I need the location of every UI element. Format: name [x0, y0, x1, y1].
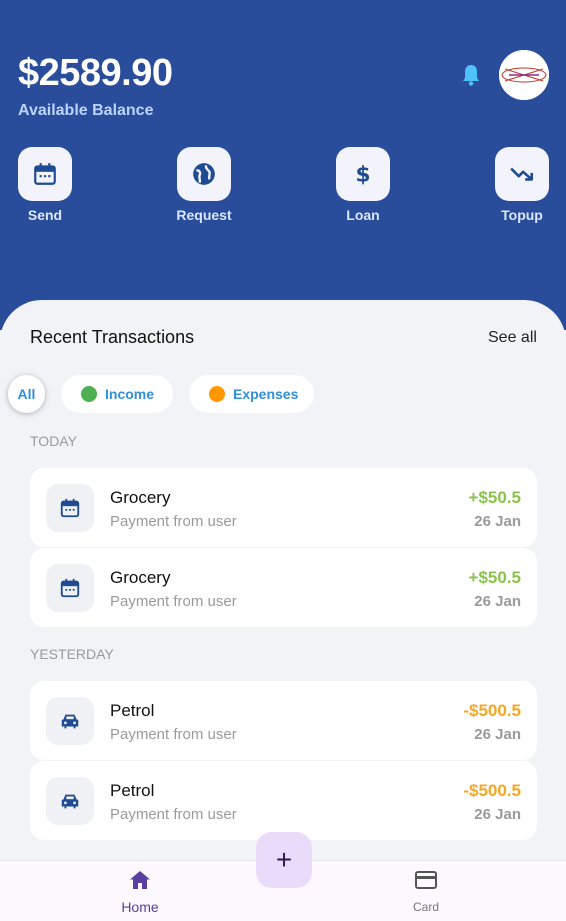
transaction-item[interactable]: Grocery Payment from user +$50.5 26 Jan — [30, 548, 537, 627]
group-label-today: TODAY — [30, 433, 77, 449]
filter-chip-label: All — [17, 386, 36, 402]
transaction-subtitle: Payment from user — [110, 726, 237, 743]
dollar-icon: $ — [336, 147, 390, 201]
bell-icon[interactable] — [460, 63, 482, 87]
topup-label: Topup — [501, 207, 543, 223]
filter-chip-label: Income — [105, 386, 155, 402]
filter-chip-expenses[interactable]: Expenses — [189, 375, 314, 413]
transaction-name: Grocery — [110, 568, 171, 587]
nav-home[interactable]: Home — [110, 868, 170, 915]
transaction-amount: +$50.5 — [468, 568, 521, 587]
nav-home-label: Home — [121, 899, 159, 915]
calendar-icon — [18, 147, 72, 201]
send-label: Send — [27, 207, 63, 223]
transaction-name: Grocery — [110, 488, 171, 507]
transaction-date: 26 Jan — [474, 593, 521, 610]
transaction-subtitle: Payment from user — [110, 806, 237, 823]
nav-card[interactable]: Card — [396, 868, 456, 914]
transaction-date: 26 Jan — [474, 726, 521, 743]
home-icon — [127, 871, 153, 896]
section-title: Recent Transactions — [30, 327, 195, 347]
transaction-date: 26 Jan — [474, 806, 521, 823]
transaction-subtitle: Payment from user — [110, 593, 237, 610]
expense-dot-icon — [209, 386, 225, 402]
balance-label: Available Balance — [18, 102, 154, 119]
topup-button[interactable]: Topup — [477, 147, 566, 223]
add-button[interactable]: + — [256, 832, 312, 888]
transaction-amount: +$50.5 — [468, 488, 521, 507]
filter-chip-income[interactable]: Income — [61, 375, 173, 413]
group-label-yesterday: YESTERDAY — [30, 646, 114, 662]
transaction-name: Petrol — [110, 781, 155, 800]
svg-text:$: $ — [355, 163, 370, 187]
transaction-item[interactable]: Petrol Payment from user -$500.5 26 Jan — [30, 681, 537, 760]
car-icon — [46, 777, 94, 825]
transaction-item[interactable]: Petrol Payment from user -$500.5 26 Jan — [30, 761, 537, 840]
globe-icon — [177, 147, 231, 201]
car-icon — [46, 697, 94, 745]
see-all-link[interactable]: See all — [488, 329, 537, 347]
request-label: Request — [176, 207, 232, 223]
transaction-amount: -$500.5 — [463, 781, 521, 800]
transaction-name: Petrol — [110, 701, 155, 720]
balance-amount: $2589.90 — [18, 52, 173, 94]
loan-button[interactable]: $ Loan — [318, 147, 408, 223]
trending-down-icon — [495, 147, 549, 201]
avatar[interactable] — [499, 50, 549, 100]
transaction-subtitle: Payment from user — [110, 513, 237, 530]
loan-label: Loan — [346, 207, 380, 223]
nav-card-label: Card — [412, 900, 439, 914]
send-button[interactable]: Send — [0, 147, 90, 223]
credit-card-icon — [412, 871, 440, 896]
calendar-icon — [46, 564, 94, 612]
transaction-amount: -$500.5 — [463, 701, 521, 720]
calendar-icon — [46, 484, 94, 532]
transaction-date: 26 Jan — [474, 513, 521, 530]
transaction-item[interactable]: Grocery Payment from user +$50.5 26 Jan — [30, 468, 537, 547]
filter-chip-all[interactable]: All — [8, 375, 45, 413]
request-button[interactable]: Request — [159, 147, 249, 223]
filter-chip-label: Expenses — [233, 386, 299, 402]
income-dot-icon — [81, 386, 97, 402]
